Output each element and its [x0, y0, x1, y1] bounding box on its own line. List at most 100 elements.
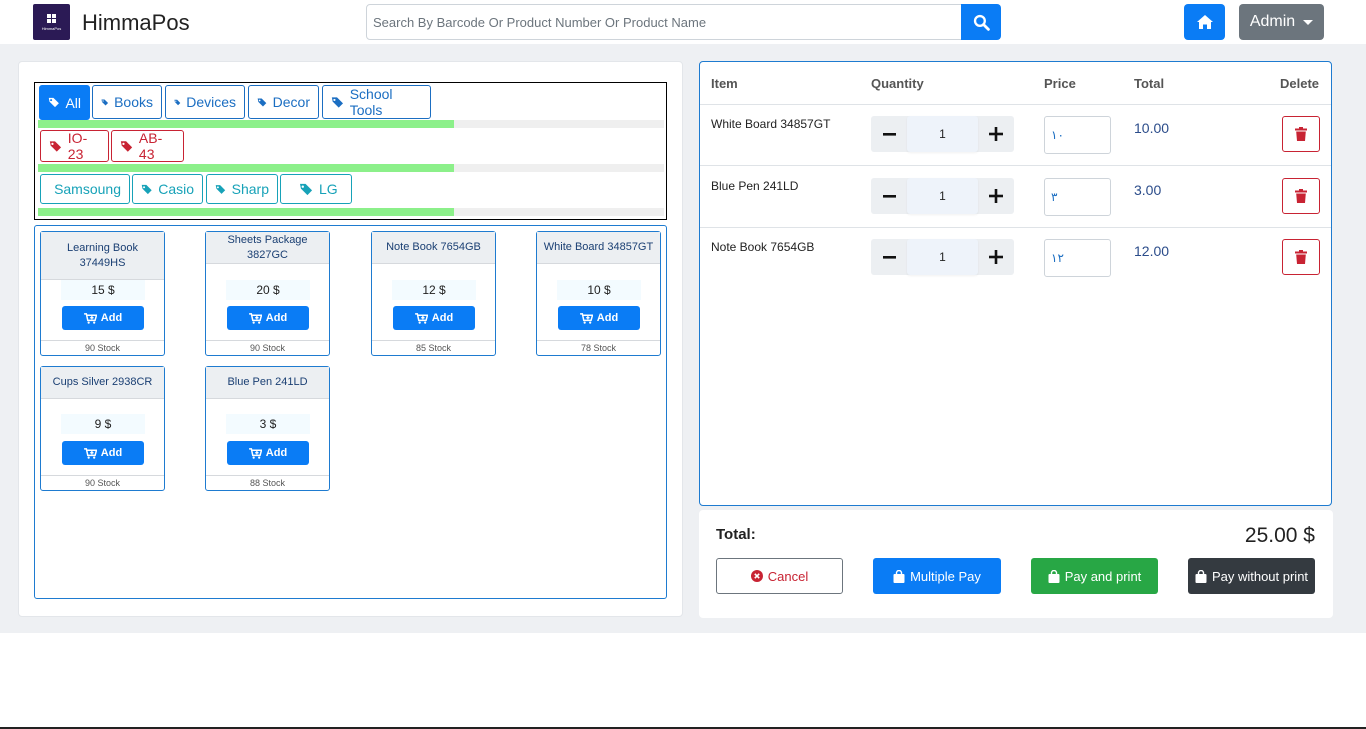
row-total: 10.00 — [1134, 120, 1170, 136]
pay-without-print-label: Pay without print — [1211, 568, 1309, 584]
cart-item-name: Blue Pen 241LD — [711, 179, 799, 193]
category-row-progress — [38, 208, 664, 216]
cancel-button[interactable]: Cancel — [716, 558, 843, 594]
category-decor[interactable]: Decor — [248, 85, 319, 119]
decrement-button[interactable] — [871, 239, 907, 275]
times-circle-icon — [750, 570, 763, 582]
app-logo[interactable]: HimmaPos — [33, 4, 70, 40]
header-delete: Delete — [1280, 76, 1320, 91]
multiple-pay-button[interactable]: Multiple Pay — [873, 558, 1001, 594]
plus-icon — [989, 189, 1003, 203]
product-stock: 90 Stock — [41, 340, 164, 355]
tag-icon — [215, 184, 226, 194]
row-divider — [700, 104, 1331, 105]
category-school-tools[interactable]: School Tools — [322, 85, 431, 119]
product-card[interactable]: Sheets Package 3827GC 20 $ Add 90 Stock — [205, 231, 330, 356]
category-samsoung[interactable]: Samsoung — [40, 174, 130, 204]
category-row-progress — [38, 120, 664, 128]
shopping-bag-icon — [893, 569, 905, 583]
admin-label: Admin — [1249, 13, 1296, 30]
increment-button[interactable] — [978, 178, 1014, 214]
search-icon — [973, 14, 990, 31]
top-navbar: HimmaPos HimmaPos Admin — [0, 0, 1366, 44]
category-sharp[interactable]: Sharp — [206, 174, 278, 204]
product-card[interactable]: Note Book 7654GB 12 $ Add 85 Stock — [371, 231, 496, 356]
cart-plus-icon — [579, 312, 593, 324]
decrement-button[interactable] — [871, 178, 907, 214]
plus-icon — [989, 127, 1003, 141]
increment-button[interactable] — [978, 239, 1014, 275]
minus-icon — [882, 255, 896, 259]
category-devices[interactable]: Devices — [165, 85, 245, 119]
category-casio[interactable]: Casio — [132, 174, 203, 204]
admin-dropdown[interactable]: Admin — [1239, 4, 1324, 40]
quantity-value[interactable]: 1 — [907, 239, 978, 275]
increment-button[interactable] — [978, 116, 1014, 152]
category-books[interactable]: Books — [92, 85, 162, 119]
trash-icon — [1295, 189, 1307, 203]
category-label: Samsoung — [54, 181, 121, 197]
product-stock: 78 Stock — [537, 340, 660, 355]
trash-icon — [1295, 127, 1307, 141]
grand-total: 25.00 $ — [1244, 524, 1315, 547]
category-label: Decor — [272, 94, 310, 110]
category-label: Books — [114, 94, 153, 110]
tag-icon — [300, 183, 313, 195]
shopping-bag-icon — [1048, 569, 1060, 583]
quantity-value[interactable]: 1 — [907, 178, 978, 214]
product-stock: 85 Stock — [372, 340, 495, 355]
add-to-cart-button[interactable]: Add — [62, 441, 144, 465]
cart-item-name: White Board 34857GT — [711, 117, 831, 131]
decrement-button[interactable] — [871, 116, 907, 152]
category-ab-43[interactable]: AB-43 — [111, 130, 184, 162]
tag-icon — [174, 99, 181, 105]
product-stock: 88 Stock — [206, 475, 329, 490]
add-to-cart-button[interactable]: Add — [227, 306, 309, 330]
add-label: Add — [100, 447, 123, 459]
search-button[interactable] — [961, 4, 1001, 40]
add-label: Add — [100, 312, 123, 324]
delete-row-button[interactable] — [1282, 178, 1320, 214]
search-input[interactable] — [366, 4, 962, 40]
add-to-cart-button[interactable]: Add — [393, 306, 475, 330]
product-name: Sheets Package 3827GC — [206, 232, 329, 264]
price-input[interactable]: ٣ — [1044, 178, 1111, 216]
quantity-stepper: 1 — [871, 116, 1014, 152]
add-to-cart-button[interactable]: Add — [62, 306, 144, 330]
category-label: Casio — [158, 181, 194, 197]
category-label: AB-43 — [138, 130, 163, 162]
product-name: Cups Silver 2938CR — [41, 367, 164, 399]
price-input[interactable]: ١٢ — [1044, 239, 1111, 277]
header-total: Total — [1134, 76, 1165, 91]
delete-row-button[interactable] — [1282, 239, 1320, 275]
pay-and-print-label: Pay and print — [1064, 568, 1142, 584]
add-to-cart-button[interactable]: Add — [227, 441, 309, 465]
add-to-cart-button[interactable]: Add — [558, 306, 640, 330]
category-lg[interactable]: LG — [280, 174, 352, 204]
category-label: All — [65, 94, 81, 111]
cancel-label: Cancel — [767, 568, 809, 584]
home-button[interactable] — [1184, 4, 1225, 40]
product-stock: 90 Stock — [206, 340, 329, 355]
category-label: School Tools — [349, 86, 393, 118]
category-all[interactable]: All — [39, 85, 90, 120]
product-card[interactable]: Blue Pen 241LD 3 $ Add 88 Stock — [205, 366, 330, 491]
category-io-23[interactable]: IO-23 — [40, 130, 109, 162]
quantity-value[interactable]: 1 — [907, 116, 978, 152]
add-label: Add — [265, 312, 288, 324]
cart-plus-icon — [83, 447, 97, 459]
pay-and-print-button[interactable]: Pay and print — [1031, 558, 1158, 594]
delete-row-button[interactable] — [1282, 116, 1320, 152]
product-card[interactable]: Learning Book 37449HS 15 $ Add 90 Stock — [40, 231, 165, 356]
product-card[interactable]: White Board 34857GT 10 $ Add 78 Stock — [536, 231, 661, 356]
pay-without-print-button[interactable]: Pay without print — [1188, 558, 1315, 594]
product-card[interactable]: Cups Silver 2938CR 9 $ Add 90 Stock — [40, 366, 165, 491]
total-label: Total: — [716, 526, 756, 543]
row-divider — [700, 227, 1331, 228]
logo-text: HimmaPos — [41, 26, 62, 31]
brand-name[interactable]: HimmaPos — [82, 10, 190, 36]
price-input[interactable]: ١٠ — [1044, 116, 1111, 154]
row-total: 3.00 — [1134, 182, 1162, 198]
product-price: 15 $ — [61, 280, 145, 300]
product-price: 12 $ — [392, 280, 476, 300]
